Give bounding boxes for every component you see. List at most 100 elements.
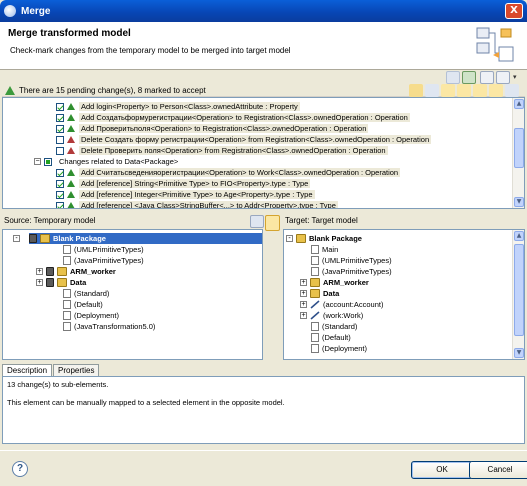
change-checkbox[interactable] <box>56 190 64 199</box>
tree-expander[interactable]: + <box>300 290 307 297</box>
target-scrollbar[interactable]: ▲ ▼ <box>512 230 524 359</box>
tree-expander[interactable]: + <box>36 268 43 275</box>
tree-item[interactable]: - <box>13 233 23 244</box>
change-row[interactable]: Add Проверитьполя<Operation> to Registra… <box>56 123 369 134</box>
tree-expander[interactable]: - <box>13 235 20 242</box>
tree-item[interactable]: (JavaPrimitiveTypes) <box>311 266 392 277</box>
tree-expander[interactable]: + <box>300 301 307 308</box>
accept-icon[interactable] <box>409 84 423 97</box>
group-checkbox[interactable] <box>44 157 52 166</box>
target-tree[interactable]: - Blank Package Main (UMLPrimitiveTypes)… <box>283 229 525 360</box>
change-row[interactable]: Add Создатьформурегистрации<Operation> t… <box>56 112 410 123</box>
filter-icon[interactable] <box>446 71 460 84</box>
tree-item-label: ARM_worker <box>70 267 116 276</box>
import-icon <box>311 322 319 331</box>
collapse-toggle[interactable]: − <box>34 158 41 165</box>
tree-item-label: (UMLPrimitiveTypes) <box>74 245 144 254</box>
change-row[interactable]: Delete Проверить поля<Operation> from Re… <box>56 145 388 156</box>
add-change-icon <box>67 180 75 187</box>
add-change-icon <box>67 114 75 121</box>
tree-item[interactable]: + Data <box>300 288 339 299</box>
target-pane-label: Target: Target model <box>285 216 358 225</box>
scroll-down-arrow[interactable]: ▼ <box>514 348 524 358</box>
change-checkbox[interactable] <box>56 113 64 122</box>
tree-item[interactable]: (Standard) <box>63 288 109 299</box>
tree-item[interactable]: (JavaTransformation5.0) <box>63 321 155 332</box>
change-row[interactable]: Add [reference] Integer<Primitive Type> … <box>56 189 315 200</box>
change-row[interactable]: Add [reference] <Java Class>StringBuffer… <box>56 200 338 208</box>
tab-properties[interactable]: Properties <box>53 364 100 376</box>
scroll-down-arrow[interactable]: ▼ <box>514 197 524 207</box>
warning-icon <box>5 85 15 95</box>
change-row[interactable]: Delete Создать форму регистрации<Operati… <box>56 134 432 145</box>
scroll-thumb[interactable] <box>514 244 524 336</box>
tree-item[interactable]: + (account:Account) <box>300 299 383 310</box>
tree-expander[interactable]: + <box>300 279 307 286</box>
tree-expander[interactable]: + <box>300 312 307 319</box>
reject-icon[interactable] <box>425 84 439 97</box>
tree-item[interactable]: (Deployment) <box>311 343 367 354</box>
dialog-footer: ? OK Cancel <box>0 450 527 486</box>
map-elements-button[interactable] <box>265 215 280 231</box>
change-checkbox[interactable] <box>56 201 64 208</box>
tree-item-label: (Default) <box>322 333 351 342</box>
change-group-row[interactable]: − Changes related to Data<Package> <box>34 156 180 167</box>
tree-item[interactable]: + Data <box>36 277 86 288</box>
change-row[interactable]: Add Считатьсведенияорегистрации<Operatio… <box>56 167 401 178</box>
change-label: Add [reference] String<Primitive Type> t… <box>79 179 311 188</box>
tree-item[interactable]: (Default) <box>63 299 103 310</box>
cancel-button[interactable]: Cancel <box>469 461 527 479</box>
scroll-up-arrow[interactable]: ▲ <box>514 99 524 109</box>
window-titlebar: Merge X <box>0 0 527 22</box>
tree-item-label: (Standard) <box>322 322 358 331</box>
next-change-icon[interactable] <box>473 84 487 97</box>
tree-item[interactable]: Main <box>311 244 338 255</box>
first-change-icon[interactable] <box>441 84 455 97</box>
tree-expander[interactable]: - <box>286 235 293 242</box>
change-checkbox[interactable] <box>56 179 64 188</box>
changes-tree[interactable]: Add login<Property> to Person<Class>.own… <box>2 97 525 209</box>
tree-item[interactable]: (Default) <box>311 332 351 343</box>
tree-item[interactable]: (UMLPrimitiveTypes) <box>63 244 144 255</box>
tree-item[interactable]: - Blank Package <box>286 233 362 244</box>
scroll-up-arrow[interactable]: ▲ <box>514 231 524 241</box>
tree-item-label: (account:Account) <box>323 300 384 309</box>
ok-button[interactable]: OK <box>411 461 473 479</box>
tree-item[interactable]: + ARM_worker <box>36 266 116 277</box>
previous-change-icon[interactable] <box>457 84 471 97</box>
check-all-icon[interactable] <box>480 71 494 84</box>
tree-item[interactable]: (Deployment) <box>63 310 119 321</box>
change-checkbox[interactable] <box>56 146 64 155</box>
tree-item[interactable]: (UMLPrimitiveTypes) <box>311 255 392 266</box>
tree-item-selected[interactable]: Blank Package <box>29 233 262 244</box>
change-checkbox[interactable] <box>56 102 64 111</box>
tree-item[interactable]: (Standard) <box>311 321 357 332</box>
package-icon <box>57 278 67 287</box>
help-button[interactable]: ? <box>12 461 28 477</box>
change-checkbox[interactable] <box>56 124 64 133</box>
sort-icon[interactable] <box>505 84 519 97</box>
last-change-icon[interactable] <box>489 84 503 97</box>
change-label: Delete Проверить поля<Operation> from Re… <box>79 146 388 155</box>
change-row[interactable]: Add login<Property> to Person<Class>.own… <box>56 101 300 112</box>
tree-item[interactable]: (JavaPrimitiveTypes) <box>63 255 144 266</box>
tab-description[interactable]: Description <box>2 364 53 376</box>
delete-change-icon <box>67 136 75 143</box>
scroll-thumb[interactable] <box>514 128 524 168</box>
changes-scrollbar[interactable]: ▲ ▼ <box>512 98 524 208</box>
source-tree[interactable]: - Blank Package (UMLPrimitiveTypes) (Jav… <box>2 229 263 360</box>
source-pane-menu-icon[interactable] <box>250 215 264 228</box>
change-checkbox[interactable] <box>56 168 64 177</box>
view-menu-icon[interactable]: ▾ <box>513 73 517 81</box>
description-panel: 13 change(s) to sub-elements. This eleme… <box>2 376 525 444</box>
tree-item[interactable]: + (work:Work) <box>300 310 363 321</box>
uncheck-all-icon[interactable] <box>496 71 510 84</box>
add-change-icon <box>67 191 75 198</box>
change-row[interactable]: Add [reference] String<Primitive Type> t… <box>56 178 311 189</box>
show-changes-icon[interactable] <box>462 71 476 84</box>
change-checkbox[interactable] <box>56 135 64 144</box>
close-button[interactable]: X <box>505 3 523 19</box>
dialog-description: Check-mark changes from the temporary mo… <box>10 46 291 55</box>
tree-item[interactable]: + ARM_worker <box>300 277 369 288</box>
tree-expander[interactable]: + <box>36 279 43 286</box>
